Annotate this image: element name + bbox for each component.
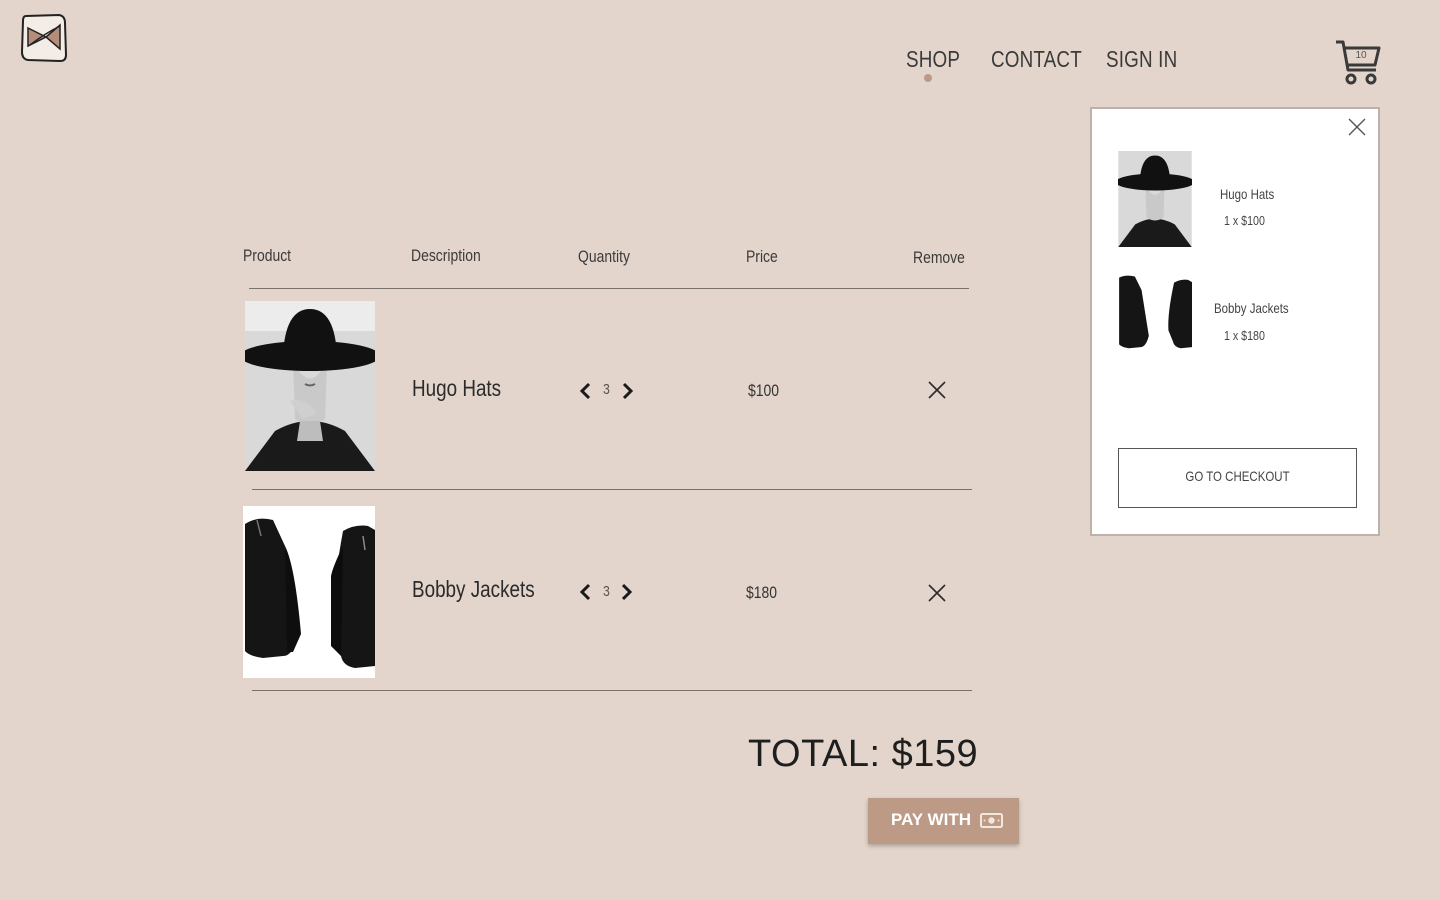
product-name: Hugo Hats [412, 375, 502, 401]
table-divider [249, 288, 969, 289]
nav-shop[interactable]: SHOP [906, 46, 960, 73]
cash-icon [980, 813, 1003, 828]
pay-with-button[interactable]: PAY WITH [868, 798, 1019, 844]
decrease-quantity-button[interactable] [577, 381, 593, 401]
mini-cart-item-name: Bobby Jackets [1214, 300, 1289, 316]
pay-with-label: PAY WITH [891, 810, 971, 829]
order-total: TOTAL: $159 [748, 733, 979, 775]
column-header-description: Description [411, 246, 481, 265]
nav-active-indicator [924, 74, 932, 82]
mini-cart-item-line: 1 x $100 [1224, 213, 1265, 228]
logo-icon[interactable] [20, 12, 68, 63]
table-divider [252, 489, 972, 490]
hat-model-image [245, 301, 375, 471]
column-header-product: Product [243, 246, 292, 265]
column-header-quantity: Quantity [578, 247, 630, 266]
jacket-image [243, 506, 375, 678]
cart-count-badge: 10 [1355, 50, 1367, 61]
product-name: Bobby Jackets [412, 576, 535, 602]
product-price: $180 [746, 583, 778, 602]
nav-sign-in[interactable]: SIGN IN [1106, 46, 1177, 73]
column-header-remove: Remove [913, 248, 965, 267]
remove-item-button[interactable] [927, 583, 947, 603]
cart-dropdown: Hugo Hats 1 x $100 Bobby Jackets 1 x $18… [1090, 107, 1380, 536]
hat-model-thumbnail [1118, 151, 1192, 247]
mini-cart-item-line: 1 x $180 [1224, 328, 1265, 343]
jacket-thumbnail [1118, 274, 1192, 353]
quantity-value: 3 [603, 583, 610, 600]
column-header-price: Price [746, 247, 778, 266]
increase-quantity-button[interactable] [620, 381, 636, 401]
close-icon[interactable] [1348, 118, 1366, 136]
go-to-checkout-button[interactable]: GO TO CHECKOUT [1118, 448, 1357, 508]
cart-icon[interactable] [1334, 38, 1382, 86]
nav-contact[interactable]: CONTACT [991, 46, 1082, 73]
remove-item-button[interactable] [927, 380, 947, 400]
table-divider [252, 690, 972, 691]
increase-quantity-button[interactable] [619, 582, 635, 602]
decrease-quantity-button[interactable] [577, 582, 593, 602]
quantity-value: 3 [603, 381, 610, 398]
checkout-label: GO TO CHECKOUT [1185, 468, 1290, 484]
mini-cart-item-name: Hugo Hats [1220, 186, 1275, 202]
product-price: $100 [748, 381, 780, 400]
